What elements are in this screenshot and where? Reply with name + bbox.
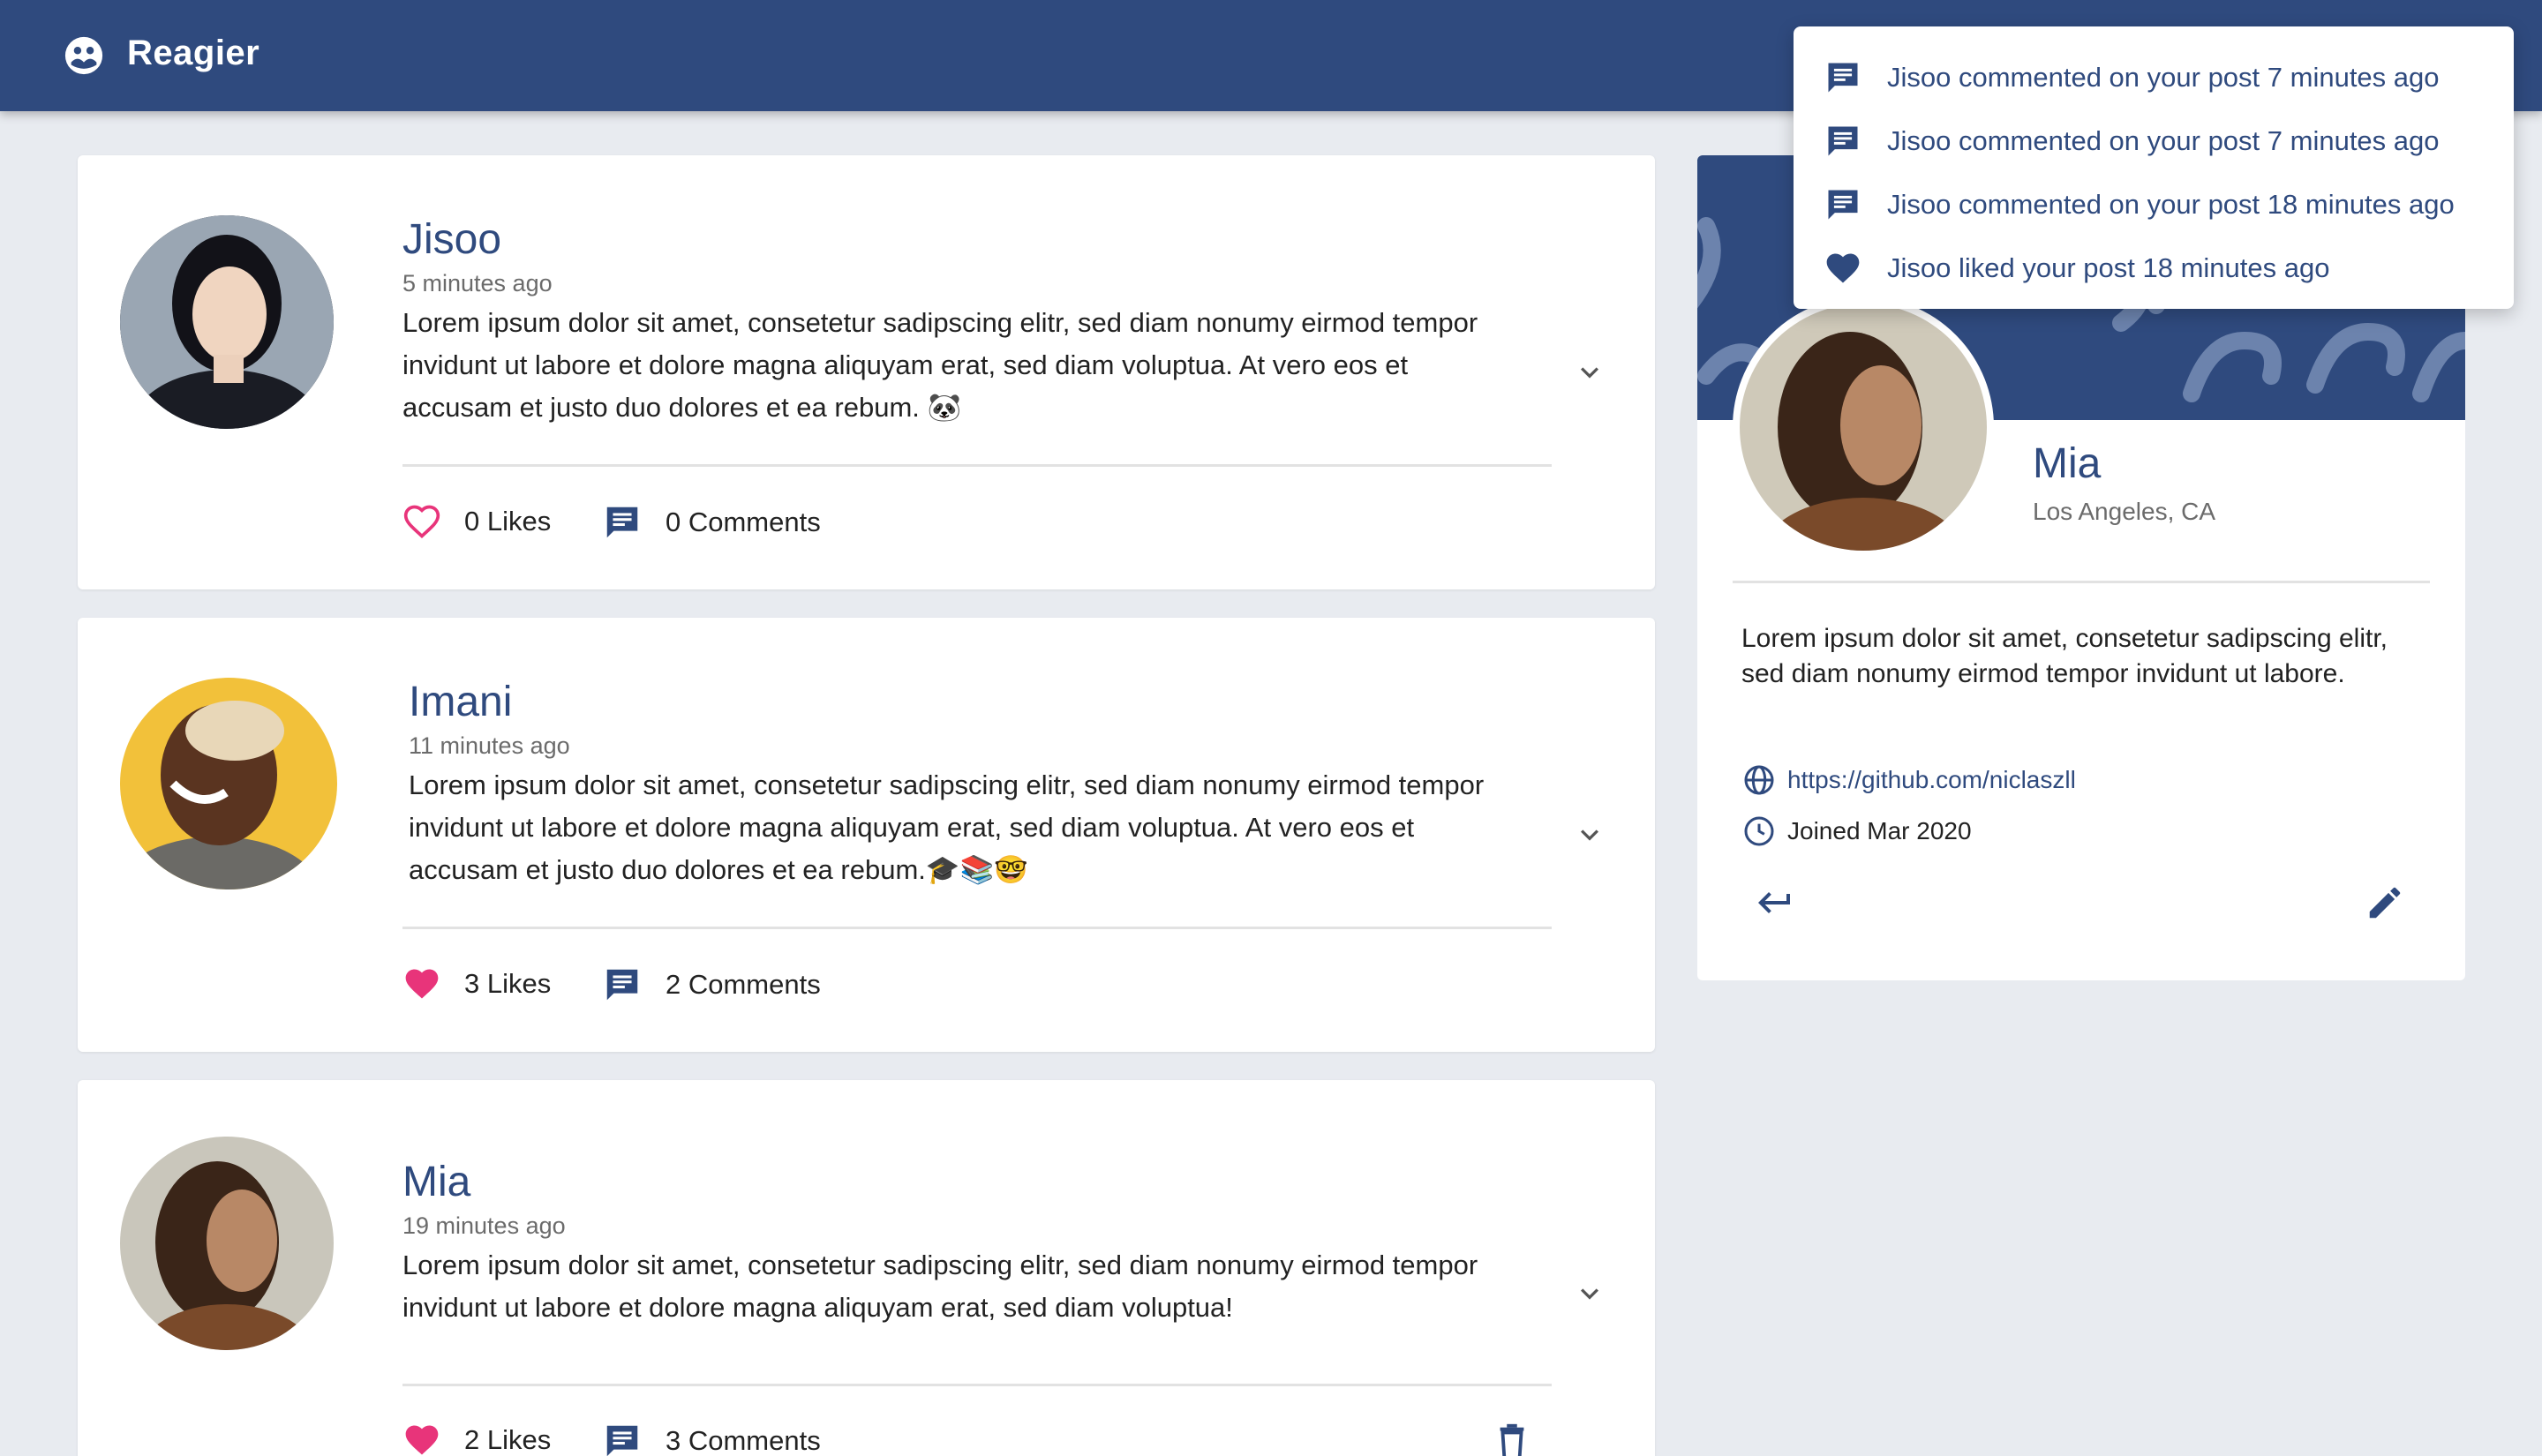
edit-icon bbox=[2369, 887, 2401, 919]
keyboard-return-icon bbox=[1758, 892, 1790, 913]
clock-icon bbox=[1744, 816, 1774, 846]
profile-avatar[interactable] bbox=[1733, 296, 1994, 558]
logout-button[interactable] bbox=[1750, 879, 1798, 927]
notification-text: Jisoo commented on your post 7 minutes a… bbox=[1887, 62, 2440, 93]
like-button[interactable]: 2 Likes bbox=[402, 1421, 551, 1456]
notification-item[interactable]: Jisoo commented on your post 7 minutes a… bbox=[1794, 109, 2514, 173]
like-count: 0 Likes bbox=[464, 506, 552, 537]
edit-profile-button[interactable] bbox=[2361, 879, 2409, 927]
post-author[interactable]: Imani bbox=[409, 678, 512, 726]
heart-icon bbox=[405, 1425, 439, 1455]
avatar[interactable] bbox=[120, 215, 334, 429]
post-divider bbox=[402, 464, 1552, 467]
comments-button[interactable]: 3 Comments bbox=[602, 1421, 821, 1456]
post-time: 11 minutes ago bbox=[409, 732, 570, 759]
expand-more-icon[interactable] bbox=[1572, 1276, 1607, 1311]
globe-people-icon[interactable] bbox=[64, 35, 104, 76]
post-body: Lorem ipsum dolor sit amet, consetetur s… bbox=[402, 1250, 1478, 1323]
profile-joined-row: Joined Mar 2020 bbox=[1741, 814, 1972, 849]
comment-icon bbox=[606, 507, 638, 538]
comment-count: 0 Comments bbox=[666, 507, 821, 537]
comment-icon bbox=[606, 969, 638, 1001]
post-body: Lorem ipsum dolor sit amet, consetetur s… bbox=[409, 769, 1485, 885]
expand-more-icon[interactable] bbox=[1572, 817, 1607, 852]
post-author[interactable]: Jisoo bbox=[402, 215, 501, 264]
brand-title[interactable]: Reagier bbox=[127, 34, 259, 73]
heart-outline-icon bbox=[403, 505, 440, 539]
profile-bio: Lorem ipsum dolor sit amet, consetetur s… bbox=[1741, 624, 2388, 688]
comment-icon bbox=[1828, 190, 1858, 220]
delete-icon[interactable] bbox=[1492, 1421, 1532, 1456]
like-button[interactable]: 0 Likes bbox=[402, 502, 551, 541]
profile-name: Mia bbox=[2033, 440, 2102, 487]
avatar-portrait bbox=[1740, 304, 1987, 551]
post-divider bbox=[402, 1384, 1552, 1386]
profile-website-link[interactable]: https://github.com/niclaszll bbox=[1787, 766, 2076, 794]
comments-button[interactable]: 0 Comments bbox=[602, 502, 821, 543]
post-time: 5 minutes ago bbox=[402, 270, 553, 296]
profile-joined: Joined Mar 2020 bbox=[1787, 817, 1972, 844]
post-divider bbox=[402, 927, 1552, 929]
post-time: 19 minutes ago bbox=[402, 1212, 566, 1239]
post-card: Imani 11 minutes ago Lorem ipsum dolor s… bbox=[78, 618, 1655, 1052]
globe-icon bbox=[1744, 765, 1774, 795]
avatar-portrait bbox=[120, 678, 337, 889]
avatar[interactable] bbox=[120, 1137, 334, 1350]
profile-website-row[interactable]: https://github.com/niclaszll bbox=[1741, 762, 2076, 798]
avatar-portrait bbox=[120, 215, 334, 429]
comment-icon bbox=[1828, 63, 1858, 93]
like-count: 3 Likes bbox=[464, 968, 552, 999]
avatar[interactable] bbox=[120, 678, 337, 889]
notification-item[interactable]: Jisoo commented on your post 18 minutes … bbox=[1794, 173, 2514, 236]
like-count: 2 Likes bbox=[464, 1424, 552, 1455]
heart-icon bbox=[1826, 253, 1860, 283]
notifications-menu: Jisoo commented on your post 7 minutes a… bbox=[1794, 26, 2514, 309]
comment-count: 2 Comments bbox=[666, 969, 821, 1000]
comment-icon bbox=[1828, 126, 1858, 156]
comment-icon bbox=[606, 1425, 638, 1456]
post-body: Lorem ipsum dolor sit amet, consetetur s… bbox=[402, 307, 1478, 423]
notification-text: Jisoo commented on your post 7 minutes a… bbox=[1887, 125, 2440, 156]
heart-icon bbox=[405, 969, 439, 999]
post-card: Jisoo 5 minutes ago Lorem ipsum dolor si… bbox=[78, 155, 1655, 589]
comment-count: 3 Comments bbox=[666, 1425, 821, 1456]
notification-item[interactable]: Jisoo commented on your post 7 minutes a… bbox=[1794, 46, 2514, 109]
profile-divider bbox=[1733, 581, 2430, 583]
like-button[interactable]: 3 Likes bbox=[402, 964, 551, 1003]
avatar-portrait bbox=[120, 1137, 334, 1350]
comments-button[interactable]: 2 Comments bbox=[602, 964, 821, 1005]
notification-item[interactable]: Jisoo liked your post 18 minutes ago bbox=[1794, 236, 2514, 300]
notification-text: Jisoo commented on your post 18 minutes … bbox=[1887, 189, 2455, 220]
post-author[interactable]: Mia bbox=[402, 1158, 470, 1206]
post-card: Mia 19 minutes ago Lorem ipsum dolor sit… bbox=[78, 1080, 1655, 1456]
notification-text: Jisoo liked your post 18 minutes ago bbox=[1887, 252, 2330, 283]
profile-location: Los Angeles, CA bbox=[2033, 498, 2216, 525]
expand-more-icon[interactable] bbox=[1572, 355, 1607, 390]
